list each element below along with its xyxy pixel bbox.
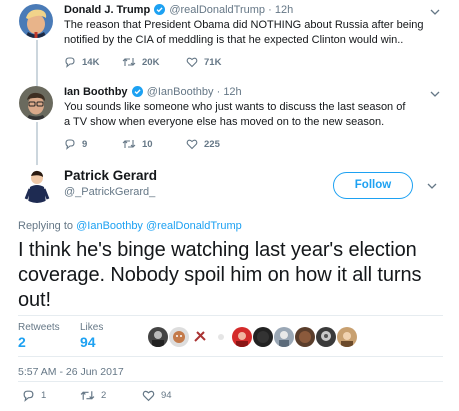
replying-to: Replying to @IanBoothby @realDonaldTrump [18,220,242,232]
likers-avatars [148,327,357,347]
liker-avatar[interactable] [211,327,231,347]
verified-badge-icon [154,4,166,18]
reply-icon [23,390,34,402]
liker-avatar[interactable] [253,327,273,347]
replying-prefix: Replying to [18,220,74,232]
tweet-text: You sounds like someone who just wants t… [64,101,406,128]
tweet-time[interactable]: 12h [275,4,293,16]
reply-action[interactable]: 14K [64,56,99,68]
retweet-count: 2 [101,390,107,401]
reply-count: 1 [41,390,47,401]
like-action[interactable]: 71K [186,56,221,68]
heart-icon [186,139,198,150]
like-count: 71K [204,56,222,68]
reply-action[interactable]: 9 [64,138,87,150]
tweet-text: I think he's binge watching last year's … [18,239,422,311]
chevron-down-icon[interactable] [429,88,441,100]
retweet-icon [80,391,95,400]
tweet-header: Donald J. Trump @realDonaldTrump · 12h [64,4,294,18]
chevron-down-icon[interactable] [426,180,438,192]
reply-icon [65,139,75,150]
reply-action[interactable]: 1 [22,389,46,402]
retweet-action[interactable]: 10 [122,138,153,150]
liker-avatar[interactable] [148,327,168,347]
reply-mention-link[interactable]: @IanBoothby [76,220,143,232]
liker-avatar[interactable] [190,327,210,347]
divider [18,356,443,357]
follow-button[interactable]: Follow [333,172,413,199]
liker-avatar[interactable] [232,327,252,347]
retweet-count: 10 [142,138,153,150]
tweet-timestamp[interactable]: 5:57 AM - 26 Jun 2017 [18,366,124,378]
reply-icon [65,57,75,68]
likes-count: 94 [80,334,96,350]
heart-icon [142,390,155,402]
author-name[interactable]: Patrick Gerard [64,168,157,183]
retweets-count: 2 [18,334,26,350]
author-handle[interactable]: @IanBoothby [147,86,214,98]
tweet-header: Ian Boothby @IanBoothby · 12h [64,86,242,100]
chevron-down-icon[interactable] [429,6,441,18]
avatar[interactable] [19,86,53,120]
like-count: 94 [161,390,172,401]
retweet-icon [122,140,136,148]
liker-avatar[interactable] [295,327,315,347]
liker-avatar[interactable] [169,327,189,347]
liker-avatar[interactable] [274,327,294,347]
reply-count: 14K [82,56,100,68]
verified-badge-icon [131,86,143,100]
avatar[interactable] [18,165,56,203]
reply-count: 9 [82,138,88,150]
avatar[interactable] [19,4,53,38]
likes-label: Likes [80,322,104,333]
like-action[interactable]: 94 [142,389,172,402]
thread-line [36,40,38,88]
author-name[interactable]: Ian Boothby [64,86,128,98]
author-name[interactable]: Donald J. Trump [64,4,150,16]
retweet-count: 20K [142,56,160,68]
retweet-action[interactable]: 2 [80,389,106,402]
divider [18,381,443,382]
reply-mention-link[interactable]: @realDonaldTrump [146,220,242,232]
tweet-text: The reason that President Obama did NOTH… [64,19,424,46]
retweet-icon [122,58,136,66]
retweet-action[interactable]: 20K [122,56,159,68]
heart-icon [186,57,198,68]
retweets-label: Retweets [18,322,60,333]
liker-avatar[interactable] [316,327,336,347]
liker-avatar[interactable] [337,327,357,347]
like-count: 225 [204,138,220,150]
like-action[interactable]: 225 [186,138,220,150]
thread-line [36,122,38,166]
tweet-time[interactable]: 12h [223,86,241,98]
author-handle[interactable]: @realDonaldTrump [169,4,265,16]
author-handle[interactable]: @_PatrickGerard_ [64,186,155,198]
divider [18,315,443,316]
